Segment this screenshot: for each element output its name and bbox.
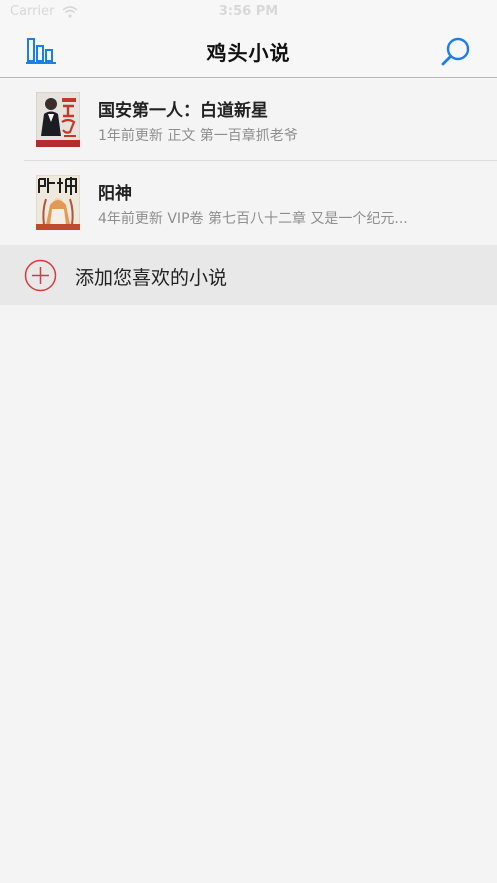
book-cover-image — [36, 175, 80, 230]
add-novel-label: 添加您喜欢的小说 — [75, 267, 228, 289]
book-update-info: 1年前更新 正文 第一百章抓老爷 — [98, 128, 298, 144]
book-title: 国安第一人：白道新星 — [98, 101, 268, 121]
search-button[interactable] — [440, 36, 472, 68]
book-cover-image — [36, 92, 80, 147]
book-cover-2 — [36, 175, 80, 230]
book-cover-1 — [36, 92, 80, 147]
search-icon — [441, 37, 470, 66]
book-update-info: 4年前更新 VIP卷 第七百八十二章 又是一个纪元... — [98, 211, 408, 227]
add-novel-button[interactable]: 添加您喜欢的小说 — [0, 245, 497, 305]
book-row-1[interactable]: 国安第一人：白道新星 1年前更新 正文 第一百章抓老爷 — [0, 78, 497, 161]
book-row-2[interactable]: 阳神 4年前更新 VIP卷 第七百八十二章 又是一个纪元... — [0, 161, 497, 244]
page-title: 鸡头小说 — [206, 41, 291, 65]
book-title: 阳神 — [98, 184, 132, 204]
status-time: 3:56 PM — [218, 4, 279, 19]
status-bar: Carrier 3:56 PM — [0, 0, 497, 24]
plus-circle-icon — [24, 259, 57, 292]
navigation-bar: 鸡头小说 — [0, 24, 497, 78]
book-list: 国安第一人：白道新星 1年前更新 正文 第一百章抓老爷 阳神 4年前更新 VIP… — [0, 78, 497, 244]
